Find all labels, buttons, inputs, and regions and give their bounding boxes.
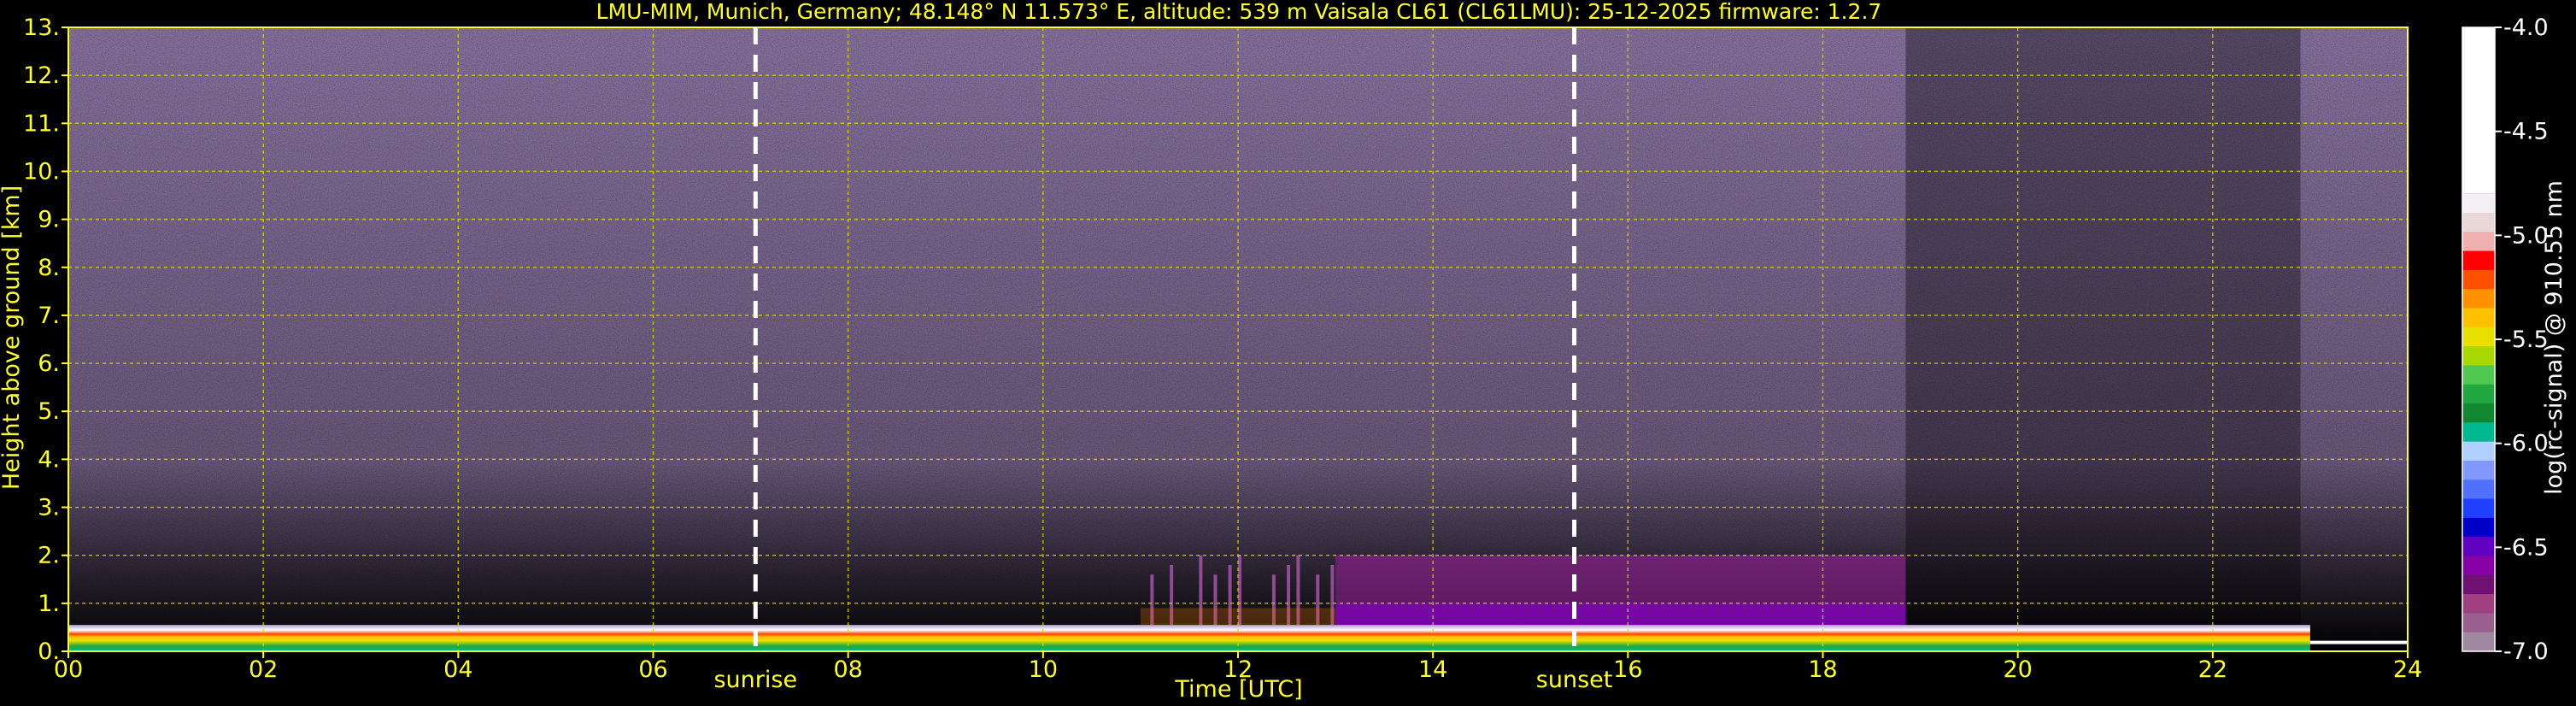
annotation-label-sunset: sunset	[1536, 667, 1613, 693]
colorbar-swatch	[2462, 479, 2495, 500]
y-tick-label: 12.	[23, 62, 60, 89]
y-tick-label: 9.	[38, 207, 60, 233]
colorbar-tick-label: -6.5	[2503, 534, 2549, 561]
colorbar: -4.0-4.5-5.0-5.5-6.0-6.5-7.0	[2462, 15, 2549, 665]
x-tick-label: 08	[833, 656, 862, 683]
x-tick-label: 04	[443, 656, 472, 683]
x-tick-label: 14	[1418, 656, 1447, 683]
colorbar-swatch	[2462, 269, 2495, 290]
y-axis-ticks: 0. 1. 2. 3. 4. 5. 6. 7. 8. 9. 10. 11. 12. 13.	[23, 15, 68, 665]
colorbar-swatch	[2462, 365, 2495, 385]
colorbar-swatch	[2462, 632, 2495, 652]
chart-title: LMU-MIM, Munich, Germany; 48.148° N 11.5…	[596, 0, 1882, 24]
y-tick-label: 10.	[23, 158, 60, 185]
x-tick-label: 22	[2198, 656, 2227, 683]
colorbar-tick-label: -4.5	[2503, 119, 2549, 145]
surface-layer-tail	[2309, 640, 2408, 644]
colorbar-swatch	[2462, 460, 2495, 480]
plot-area	[68, 27, 2408, 651]
x-tick-label: 18	[1808, 656, 1837, 683]
y-tick-label: 13.	[23, 15, 60, 41]
x-tick-label: 02	[249, 656, 278, 683]
elevated-layer-core	[1335, 603, 1906, 626]
y-tick-label: 8.	[38, 255, 60, 281]
colorbar-tick-label: -4.0	[2503, 15, 2549, 41]
colorbar-label: log(rc-signal) @ 910.55 nm	[2541, 180, 2567, 495]
colorbar-swatch	[2462, 327, 2495, 347]
colorbar-swatch	[2462, 250, 2495, 271]
colorbar-swatch	[2462, 613, 2495, 633]
y-tick-label: 0.	[38, 638, 60, 665]
colorbar-swatch	[2462, 403, 2495, 423]
y-tick-label: 1.	[38, 591, 60, 617]
x-tick-label: 06	[638, 656, 667, 683]
colorbar-swatch	[2462, 384, 2495, 404]
y-tick-label: 7.	[38, 303, 60, 329]
y-tick-label: 6.	[38, 350, 60, 377]
colorbar-swatch	[2462, 212, 2495, 232]
colorbar-swatch	[2462, 594, 2495, 614]
ceilometer-chart: sunrise sunset 00 02 04 06 08 10 12 14 16 18 20 22 24…	[0, 0, 2567, 703]
colorbar-swatch	[2462, 346, 2495, 366]
colorbar-swatch	[2462, 537, 2495, 556]
y-tick-label: 4.	[38, 446, 60, 473]
colorbar-swatch	[2462, 289, 2495, 309]
colorbar-swatch	[2462, 498, 2495, 519]
x-axis-label: Time [UTC]	[1174, 676, 1302, 703]
colorbar-swatch	[2462, 556, 2495, 576]
colorbar-swatch	[2462, 308, 2495, 328]
colorbar-swatch	[2462, 232, 2495, 252]
y-tick-label: 2.	[38, 543, 60, 569]
colorbar-swatch	[2462, 193, 2495, 214]
y-tick-label: 11.	[23, 110, 60, 137]
y-axis-label: Height above ground [km]	[0, 185, 25, 490]
x-tick-label: 24	[2393, 656, 2422, 683]
colorbar-top	[2462, 27, 2495, 194]
x-tick-label: 16	[1613, 656, 1642, 683]
y-tick-label: 5.	[38, 398, 60, 425]
colorbar-tick-label: -7.0	[2503, 638, 2549, 665]
annotation-label-sunrise: sunrise	[713, 667, 797, 693]
y-tick-label: 3.	[38, 495, 60, 521]
colorbar-swatch	[2462, 517, 2495, 538]
colorbar-swatch	[2462, 441, 2495, 462]
x-tick-label: 10	[1029, 656, 1058, 683]
colorbar-swatch	[2462, 574, 2495, 595]
x-tick-label: 20	[2003, 656, 2032, 683]
dark-region	[1905, 27, 2301, 651]
surface-layer	[68, 625, 2310, 651]
colorbar-swatch	[2462, 422, 2495, 443]
